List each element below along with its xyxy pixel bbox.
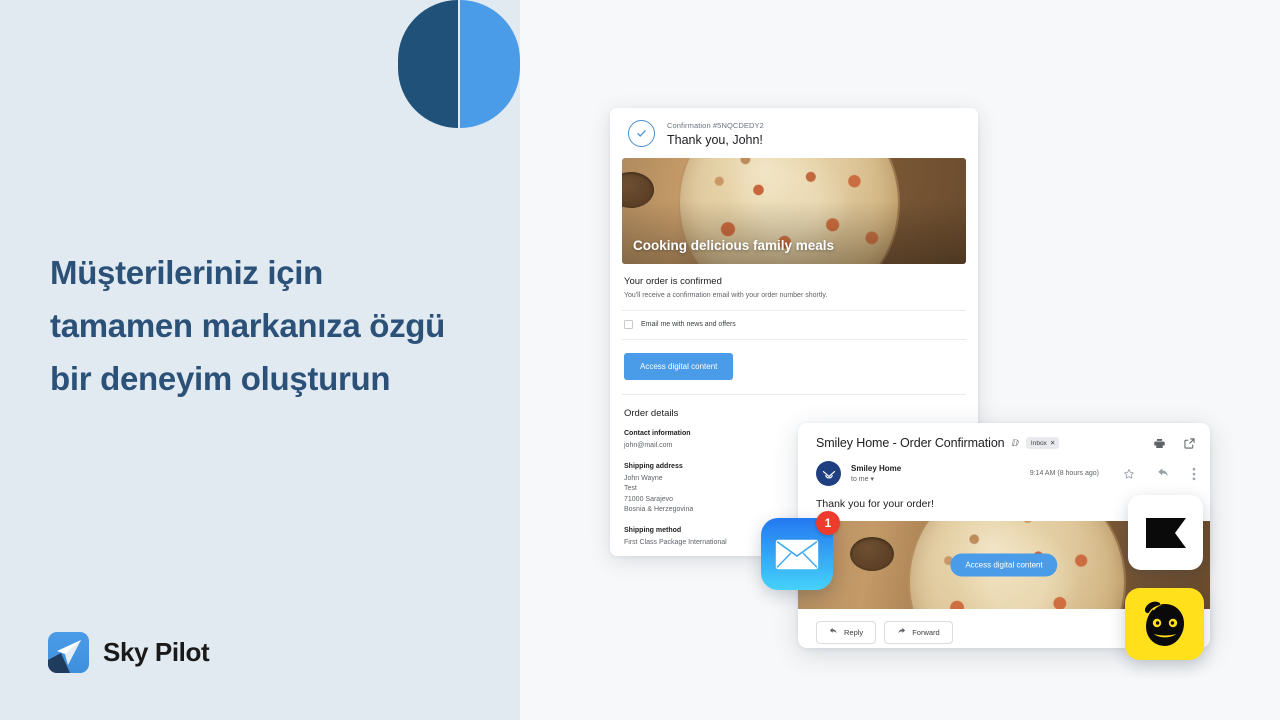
access-digital-content-button[interactable]: Access digital content <box>624 353 734 380</box>
forward-button[interactable]: Forward <box>884 621 953 644</box>
gmail-recipient-label: to me <box>851 476 869 483</box>
access-digital-content-button[interactable]: Access digital content <box>950 553 1058 577</box>
check-circle-icon <box>628 120 655 147</box>
order-confirmed-title: Your order is confirmed <box>624 276 722 287</box>
gmail-timestamp: 9:14 AM (8 hours ago) <box>1029 470 1099 477</box>
chevron-down-icon[interactable]: ▾ <box>870 476 874 483</box>
mailchimp-freddie-icon[interactable] <box>1125 588 1204 660</box>
reply-arrow-icon <box>829 627 838 638</box>
right-stage: Confirmation #5NQCDEDY2 Thank you, John!… <box>520 0 1280 720</box>
reply-button[interactable]: Reply <box>816 621 877 644</box>
order-confirmed-subtitle: You'll receive a confirmation email with… <box>624 292 828 299</box>
half-circle-blue-shape <box>460 0 520 128</box>
reply-button-label: Reply <box>844 628 864 637</box>
more-vert-icon[interactable] <box>1192 467 1196 481</box>
forward-arrow-icon <box>897 627 906 638</box>
email-card-header: Confirmation #5NQCDEDY2 Thank you, John! <box>610 108 978 158</box>
close-icon[interactable]: ✕ <box>1050 439 1055 447</box>
star-icon[interactable] <box>1123 468 1135 480</box>
brand-name: Sky Pilot <box>103 637 210 667</box>
decorative-shapes-group <box>398 0 520 128</box>
apple-mail-icon[interactable]: 1 <box>761 511 840 590</box>
gmail-subject: Smiley Home - Order Confirmation <box>816 436 1005 450</box>
half-circle-dark-shape <box>398 0 458 128</box>
forward-button-label: Forward <box>912 628 940 637</box>
newsletter-optin-row[interactable]: Email me with news and offers <box>622 311 966 340</box>
newsletter-checkbox[interactable] <box>624 320 633 329</box>
left-panel: Müşterileriniz için tamamen markanıza öz… <box>0 0 520 720</box>
gmail-sender-name: Smiley Home <box>851 464 902 473</box>
gmail-subject-row: Smiley Home - Order Confirmation ⅅ Inbox… <box>798 423 1210 450</box>
email-cta-row: Access digital content <box>622 340 966 395</box>
board-hole <box>850 537 894 571</box>
hero-caption: Cooking delicious family meals <box>633 238 835 253</box>
confirmation-number: Confirmation #5NQCDEDY2 <box>667 120 764 130</box>
reply-arrow-icon[interactable] <box>1157 467 1170 480</box>
page-title: Müşterileriniz için tamamen markanıza öz… <box>50 254 446 397</box>
gmail-sender-row: Smiley Home to me ▾ 9:14 AM (8 hours ago… <box>798 450 1210 486</box>
open-in-new-icon[interactable] <box>1183 437 1196 450</box>
printer-icon[interactable] <box>1153 437 1166 450</box>
d-mark-icon: ⅅ <box>1011 437 1019 448</box>
thank-you-heading: Thank you, John! <box>667 132 763 147</box>
klaviyo-icon[interactable] <box>1128 495 1203 570</box>
mail-unread-badge: 1 <box>816 511 840 535</box>
order-confirmed-section: Your order is confirmed You'll receive a… <box>622 264 966 311</box>
inbox-label-chip[interactable]: Inbox ✕ <box>1025 437 1060 449</box>
gmail-recipient[interactable]: to me ▾ <box>851 475 1020 483</box>
email-hero-image: Cooking delicious family meals <box>622 158 966 264</box>
order-details-title: Order details <box>624 408 679 419</box>
smiley-home-logo-icon <box>816 461 841 486</box>
inbox-chip-label: Inbox <box>1030 439 1047 447</box>
newsletter-checkbox-label: Email me with news and offers <box>641 321 736 328</box>
brand-lockup: Sky Pilot <box>48 632 210 673</box>
paper-plane-icon <box>48 632 89 673</box>
